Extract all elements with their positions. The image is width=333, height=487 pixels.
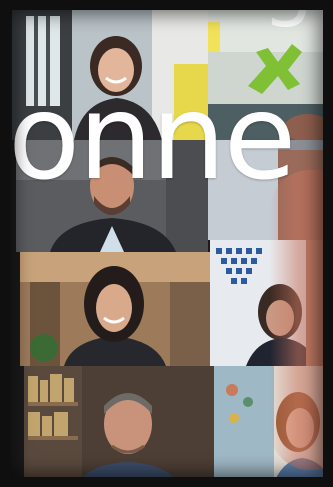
person-video-icon — [210, 240, 333, 366]
person-video-icon — [20, 252, 210, 366]
brand-wordmark-top-fragment: g — [262, 0, 314, 24]
phone-screen: onne g — [0, 0, 333, 487]
person-video-icon — [214, 366, 333, 487]
participant-tile-woman-blue-pattern[interactable] — [210, 240, 333, 366]
participant-tile-woman-bottom-right[interactable] — [214, 366, 333, 487]
participant-tile-man-gray-hair[interactable] — [24, 366, 214, 487]
brand-wordmark: onne — [8, 68, 296, 206]
person-video-icon — [24, 366, 214, 487]
participant-tile-woman-long-hair[interactable] — [20, 252, 210, 366]
